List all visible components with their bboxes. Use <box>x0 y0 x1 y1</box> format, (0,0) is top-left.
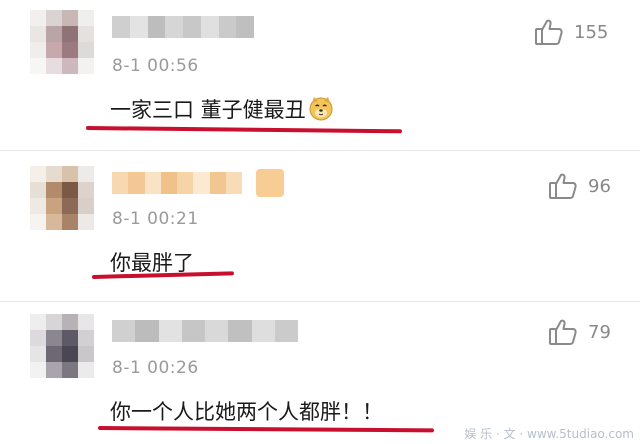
comment-time: 8-1 00:26 <box>112 358 199 378</box>
like-count: 155 <box>574 21 609 43</box>
thumbs-up-icon <box>548 318 578 346</box>
avatar[interactable] <box>30 314 94 378</box>
comment-time: 8-1 00:56 <box>112 56 199 76</box>
watermark: 娱 乐 · 文 · www.5tudiao.com <box>464 427 634 441</box>
thumbs-up-icon <box>548 172 578 200</box>
highlight-underline <box>85 126 403 134</box>
like-button[interactable]: 155 <box>534 18 608 46</box>
doge-emoji-icon <box>308 95 334 121</box>
thumbs-up-icon <box>534 18 564 46</box>
comment-text: 你一个人比她两个人都胖！！ <box>110 400 383 424</box>
comment-text: 一家三口 董子健最丑 <box>110 94 334 124</box>
like-count: 96 <box>588 175 611 197</box>
avatar[interactable] <box>30 166 94 230</box>
like-button[interactable]: 79 <box>548 318 611 346</box>
comment-time: 8-1 00:21 <box>112 209 199 229</box>
highlight-underline <box>97 426 435 433</box>
comment-item: 8-1 00:21 96 你最胖了 <box>0 151 640 299</box>
username-blurred[interactable] <box>112 16 254 38</box>
username-blurred[interactable] <box>112 320 298 342</box>
like-button[interactable]: 96 <box>548 172 611 200</box>
avatar[interactable] <box>30 10 94 74</box>
comment-item: 8-1 00:26 79 你一个人比她两个人都胖！！ <box>0 302 640 444</box>
vip-badge-icon <box>256 169 284 197</box>
like-count: 79 <box>588 321 611 343</box>
username-blurred[interactable] <box>112 172 242 194</box>
comment-item: 8-1 00:56 155 一家三口 董子健最丑 <box>0 0 640 148</box>
